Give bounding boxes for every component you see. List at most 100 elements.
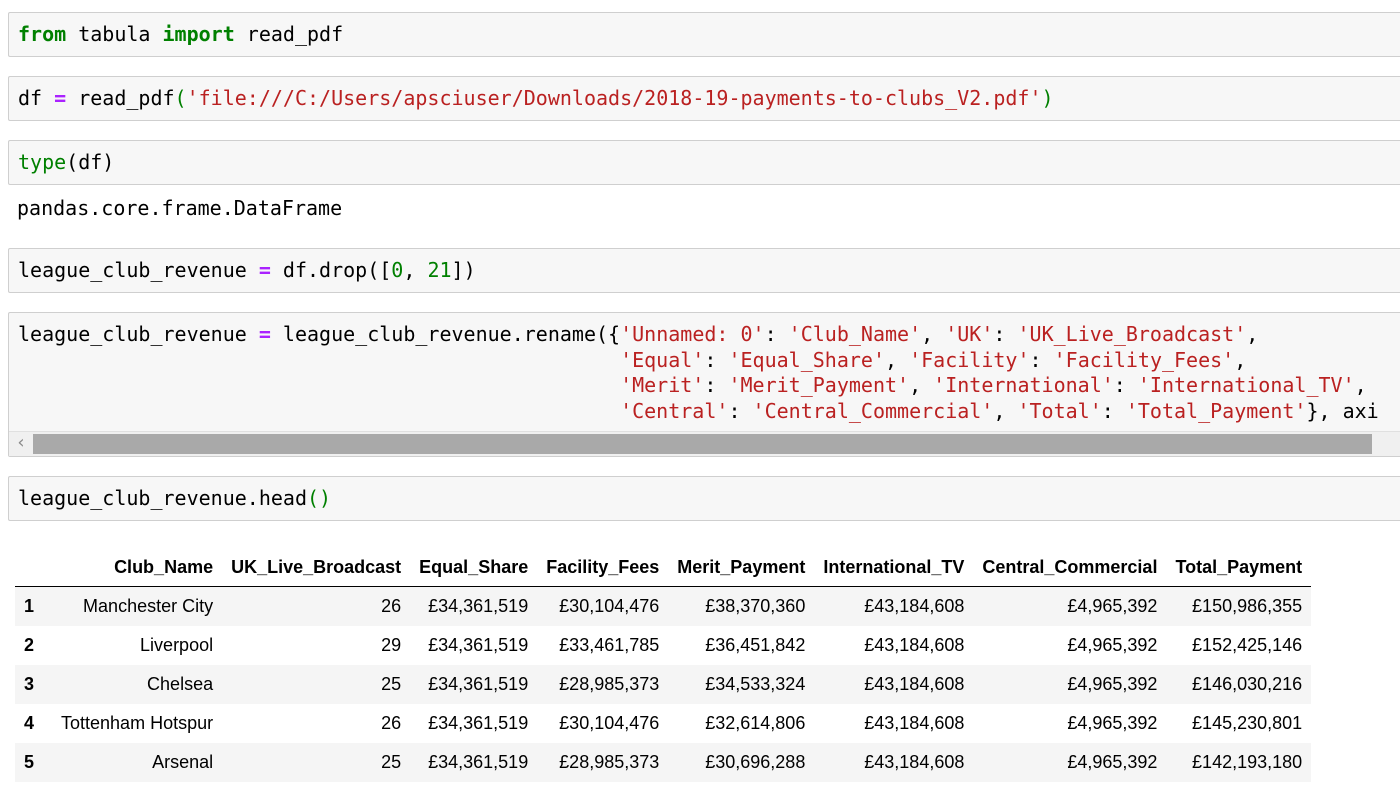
code-token: :: [993, 322, 1018, 346]
column-header: UK_Live_Broadcast: [222, 548, 411, 587]
table-row: 3 Chelsea 25 £34,361,519 £28,985,373 £34,533,…: [15, 665, 1312, 704]
code-token: (): [306, 486, 332, 510]
column-header: Merit_Payment: [668, 548, 815, 587]
code-token: 0: [391, 258, 404, 282]
code-token: (: [174, 86, 187, 110]
dataframe-table: Club_Name UK_Live_Broadcast Equal_Share …: [15, 548, 1312, 782]
column-header: Club_Name: [52, 548, 223, 587]
code-cell-head[interactable]: league_club_revenue.head(): [8, 476, 1400, 521]
table-cell: £28,985,373: [559, 674, 660, 694]
code-cell-import[interactable]: from tabula import read_pdf: [8, 12, 1400, 57]
code-token: 21: [427, 258, 452, 282]
table-cell: 26: [381, 713, 402, 733]
code-token: :: [704, 347, 729, 372]
table-cell: £33,461,785: [559, 635, 660, 655]
code-token: :: [704, 373, 729, 397]
code-cell-type[interactable]: type(df): [8, 140, 1400, 185]
column-header: Facility_Fees: [537, 548, 669, 587]
code-token: 'Total_Payment': [1125, 398, 1307, 423]
table-cell: Chelsea: [147, 674, 214, 694]
code-token: 'Club_Name': [788, 322, 922, 346]
table-row: 1 Manchester City 26 £34,361,519 £30,104,476…: [15, 586, 1312, 626]
code-token: ,: [403, 258, 428, 282]
code-token: tabula: [66, 22, 163, 46]
code-token: =: [258, 258, 271, 282]
table-cell: £34,361,519: [428, 752, 529, 772]
code-token: ,: [885, 347, 910, 372]
code-token: df.drop([: [270, 258, 392, 282]
horizontal-scrollbar[interactable]: ‹: [9, 431, 1400, 456]
table-cell: 26: [381, 596, 402, 616]
code-input[interactable]: df = read_pdf('file:///C:/Users/apsciuse…: [18, 86, 1054, 112]
table-cell: 25: [381, 674, 402, 694]
table-cell: £28,985,373: [559, 752, 660, 772]
table-row: 4 Tottenham Hotspur 26 £34,361,519 £30,104,4…: [15, 704, 1311, 743]
code-cell-drop[interactable]: league_club_revenue = df.drop([0, 21]): [8, 248, 1400, 293]
table-cell: £43,184,608: [864, 713, 965, 733]
table-cell: £36,451,842: [705, 635, 806, 655]
table-cell: £43,184,608: [864, 596, 965, 616]
table-cell: Arsenal: [152, 752, 214, 772]
row-index: 3: [24, 674, 35, 694]
table-cell: £4,965,392: [1067, 596, 1158, 616]
code-token: league_club_revenue: [18, 258, 259, 282]
table-cell: £34,361,519: [428, 713, 529, 733]
column-header: Total_Payment: [1166, 548, 1312, 587]
table-cell: Liverpool: [140, 635, 214, 655]
table-cell: £30,696,288: [705, 752, 806, 772]
chevron-left-icon[interactable]: ‹: [9, 432, 33, 456]
table-cell: £150,986,355: [1192, 596, 1303, 616]
table-cell: £43,184,608: [864, 752, 965, 772]
row-index: 2: [24, 635, 35, 655]
column-header: Central_Commercial: [973, 548, 1167, 587]
code-token: ]): [451, 258, 476, 282]
code-token: league_club_revenue.rename({: [270, 322, 621, 346]
code-token: 'Merit_Payment': [728, 373, 910, 397]
table-cell: £30,104,476: [559, 713, 660, 733]
table-cell: £4,965,392: [1067, 752, 1158, 772]
code-token: =: [54, 86, 67, 110]
code-token: =: [258, 322, 271, 346]
code-input[interactable]: type(df): [18, 150, 114, 176]
code-token: }, axi: [1306, 398, 1379, 423]
code-input[interactable]: league_club_revenue.head(): [18, 486, 331, 512]
table-cell: £145,230,801: [1192, 713, 1303, 733]
code-token: :: [1101, 398, 1126, 423]
code-token: from: [18, 22, 67, 46]
code-token: ): [1041, 86, 1054, 110]
code-token: 'Facility_Fees': [1053, 347, 1235, 372]
code-input[interactable]: league_club_revenue = df.drop([0, 21]): [18, 258, 476, 284]
code-token: 'UK': [945, 322, 994, 346]
table-cell: £146,030,216: [1192, 674, 1303, 694]
table-row: 2 Liverpool 29 £34,361,519 £33,461,785 £36,45…: [15, 626, 1311, 665]
row-index: 5: [24, 752, 35, 772]
code-token: type: [18, 150, 67, 174]
code-token: league_club_revenue: [18, 322, 259, 346]
table-cell: £142,193,180: [1192, 752, 1303, 772]
table-cell: £38,370,360: [705, 596, 806, 616]
code-input[interactable]: league_club_revenue = league_club_revenu…: [18, 322, 1379, 424]
code-token: 'International': [933, 373, 1114, 397]
code-token: 'International_TV': [1137, 373, 1355, 397]
code-token: 'file:///C:/Users/apsciuser/Downloads/20…: [186, 86, 1042, 110]
code-token: ,: [921, 322, 946, 346]
table-row: 5 Arsenal 25 £34,361,519 £28,985,373 £30,696,…: [15, 743, 1312, 782]
code-token: 'Equal_Share': [728, 347, 885, 372]
row-index: 4: [24, 713, 35, 733]
code-token: df: [18, 86, 55, 110]
code-token: :: [764, 322, 789, 346]
table-cell: Manchester City: [83, 596, 214, 616]
row-index: 1: [24, 596, 35, 616]
code-input[interactable]: from tabula import read_pdf: [18, 22, 343, 48]
column-header: Equal_Share: [410, 548, 538, 587]
column-header: International_TV: [814, 548, 974, 587]
table-cell: 25: [381, 752, 402, 772]
code-token: 'UK_Live_Broadcast': [1017, 322, 1247, 346]
code-token: :: [1113, 373, 1138, 397]
scrollbar-thumb[interactable]: [33, 434, 1372, 454]
code-cell-read-pdf[interactable]: df = read_pdf('file:///C:/Users/apsciuse…: [8, 76, 1400, 121]
table-cell: £43,184,608: [864, 635, 965, 655]
code-token: read_pdf: [234, 22, 344, 46]
code-cell-rename[interactable]: league_club_revenue = league_club_revenu…: [8, 312, 1400, 457]
code-token: 'Central': [620, 398, 729, 423]
